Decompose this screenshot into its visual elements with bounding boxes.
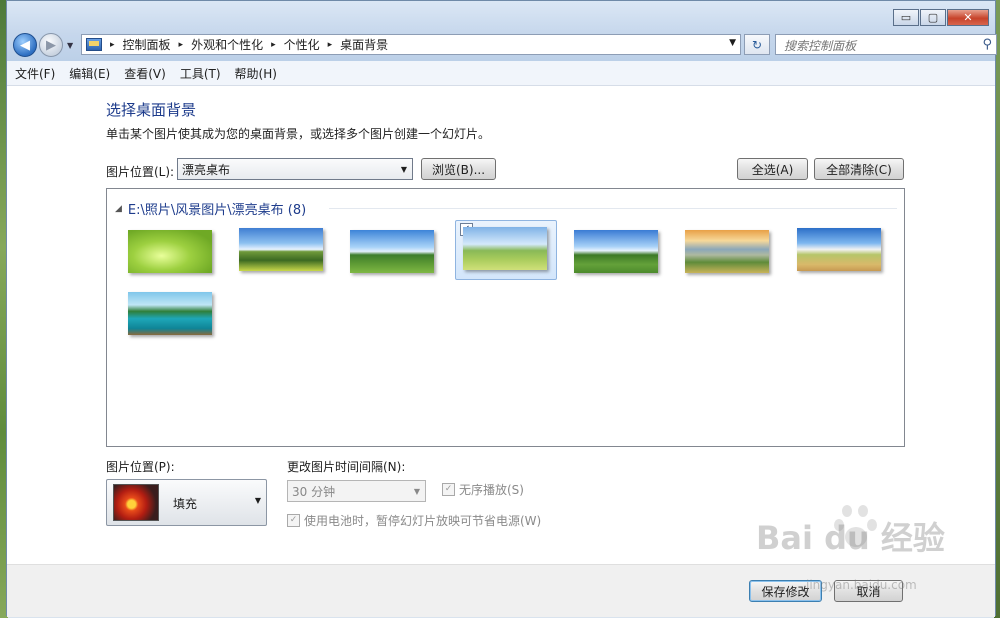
chevron-down-icon: ▼ <box>413 486 420 496</box>
breadcrumb-desktop-background[interactable]: 桌面背景 <box>340 36 388 53</box>
breadcrumb-separator[interactable]: ▸ <box>271 40 276 50</box>
wallpaper-thumbnail[interactable] <box>574 230 658 273</box>
menu-tools[interactable]: 工具(T) <box>180 65 221 82</box>
wallpaper-thumbnail[interactable] <box>128 230 212 273</box>
navigation-bar: ◀ ▶ ▼ ▸ 控制面板 ▸ 外观和个性化 ▸ 个性化 ▸ 桌面背景 ▼ ↻ ⚲ <box>11 33 997 57</box>
breadcrumb-separator[interactable]: ▸ <box>328 40 333 50</box>
address-bar[interactable]: ▸ 控制面板 ▸ 外观和个性化 ▸ 个性化 ▸ 桌面背景 ▼ <box>81 34 741 55</box>
menu-edit[interactable]: 编辑(E) <box>69 65 110 82</box>
close-button[interactable]: ✕ <box>947 9 989 26</box>
search-input[interactable] <box>782 36 976 55</box>
shuffle-label: 无序播放(S) <box>459 483 524 497</box>
page-description: 单击某个图片使其成为您的桌面背景，或选择多个图片创建一个幻灯片。 <box>106 127 491 141</box>
browse-button[interactable]: 浏览(B)... <box>421 158 496 180</box>
breadcrumb-separator[interactable]: ▸ <box>110 40 115 50</box>
battery-pause-checkbox[interactable]: ✓ 使用电池时，暂停幻灯片放映可节省电源(W) <box>287 512 541 529</box>
wallpaper-thumbnail[interactable] <box>797 228 881 271</box>
wallpaper-thumbnail[interactable] <box>239 228 323 271</box>
picture-location-select[interactable]: 漂亮桌布 ▼ <box>177 158 413 180</box>
minimize-button[interactable]: ▭ <box>893 9 919 26</box>
title-bar: ▭ ▢ ✕ ◀ ▶ ▼ ▸ 控制面板 ▸ 外观和个性化 ▸ 个性化 ▸ 桌面背景… <box>7 1 997 61</box>
watermark-url: jingyan.baidu.com <box>806 578 917 592</box>
clear-all-button[interactable]: 全部清除(C) <box>814 158 904 180</box>
interval-label: 更改图片时间间隔(N): <box>287 460 406 474</box>
picture-position-select[interactable]: 填充 ▼ <box>106 479 267 526</box>
wallpaper-thumbnail-selected[interactable]: ✓ <box>455 220 557 280</box>
breadcrumb-control-panel[interactable]: 控制面板 <box>123 36 171 53</box>
checkbox-checked-icon[interactable]: ✓ <box>287 514 300 527</box>
search-icon[interactable]: ⚲ <box>982 37 992 52</box>
checkbox-checked-icon[interactable]: ✓ <box>442 483 455 496</box>
shuffle-checkbox[interactable]: ✓ 无序播放(S) <box>442 481 524 498</box>
breadcrumb-separator[interactable]: ▸ <box>179 40 184 50</box>
select-all-button[interactable]: 全选(A) <box>737 158 808 180</box>
search-box[interactable]: ⚲ <box>775 34 997 55</box>
control-panel-icon <box>86 38 102 51</box>
address-dropdown-icon[interactable]: ▼ <box>729 38 736 48</box>
chevron-down-icon: ▼ <box>400 164 407 174</box>
picture-position-label: 图片位置(P): <box>106 460 175 474</box>
wallpaper-thumbnail[interactable] <box>685 230 769 273</box>
watermark: Bai du 经验 <box>756 519 945 557</box>
group-divider <box>329 208 897 209</box>
refresh-button[interactable]: ↻ <box>744 34 770 55</box>
picture-position-value: 填充 <box>173 497 198 511</box>
gallery-group-header[interactable]: ◢ E:\照片\风景图片\漂亮桌布 (8) <box>115 199 306 218</box>
main-content: 选择桌面背景 单击某个图片使其成为您的桌面背景，或选择多个图片创建一个幻灯片。 … <box>7 86 995 564</box>
fill-preview-image <box>113 484 159 521</box>
menu-file[interactable]: 文件(F) <box>15 65 55 82</box>
menu-view[interactable]: 查看(V) <box>124 65 166 82</box>
forward-button[interactable]: ▶ <box>39 33 63 57</box>
wallpaper-thumbnail[interactable] <box>350 230 434 273</box>
interval-select[interactable]: 30 分钟 ▼ <box>287 480 426 502</box>
chevron-down-icon: ▼ <box>254 496 261 505</box>
breadcrumb-personalization[interactable]: 个性化 <box>284 36 320 53</box>
picture-location-label: 图片位置(L): <box>106 165 175 179</box>
wallpaper-gallery: ◢ E:\照片\风景图片\漂亮桌布 (8) ✓ <box>106 188 905 447</box>
recent-pages-button[interactable]: ▼ <box>67 41 73 50</box>
window-controls: ▭ ▢ ✕ <box>892 9 989 26</box>
gallery-group-title: E:\照片\风景图片\漂亮桌布 (8) <box>127 203 307 218</box>
page-title: 选择桌面背景 <box>106 101 197 119</box>
picture-location-value: 漂亮桌布 <box>182 162 231 177</box>
wallpaper-thumbnail[interactable] <box>463 227 547 270</box>
back-button[interactable]: ◀ <box>13 33 37 57</box>
collapse-triangle-icon[interactable]: ◢ <box>115 204 122 214</box>
battery-pause-label: 使用电池时，暂停幻灯片放映可节省电源(W) <box>304 514 542 528</box>
interval-value: 30 分钟 <box>292 484 336 499</box>
maximize-button[interactable]: ▢ <box>920 9 946 26</box>
menu-bar: 文件(F) 编辑(E) 查看(V) 工具(T) 帮助(H) <box>7 61 995 86</box>
menu-help[interactable]: 帮助(H) <box>235 65 277 82</box>
wallpaper-thumbnail[interactable] <box>128 292 212 335</box>
breadcrumb-appearance[interactable]: 外观和个性化 <box>191 36 263 53</box>
